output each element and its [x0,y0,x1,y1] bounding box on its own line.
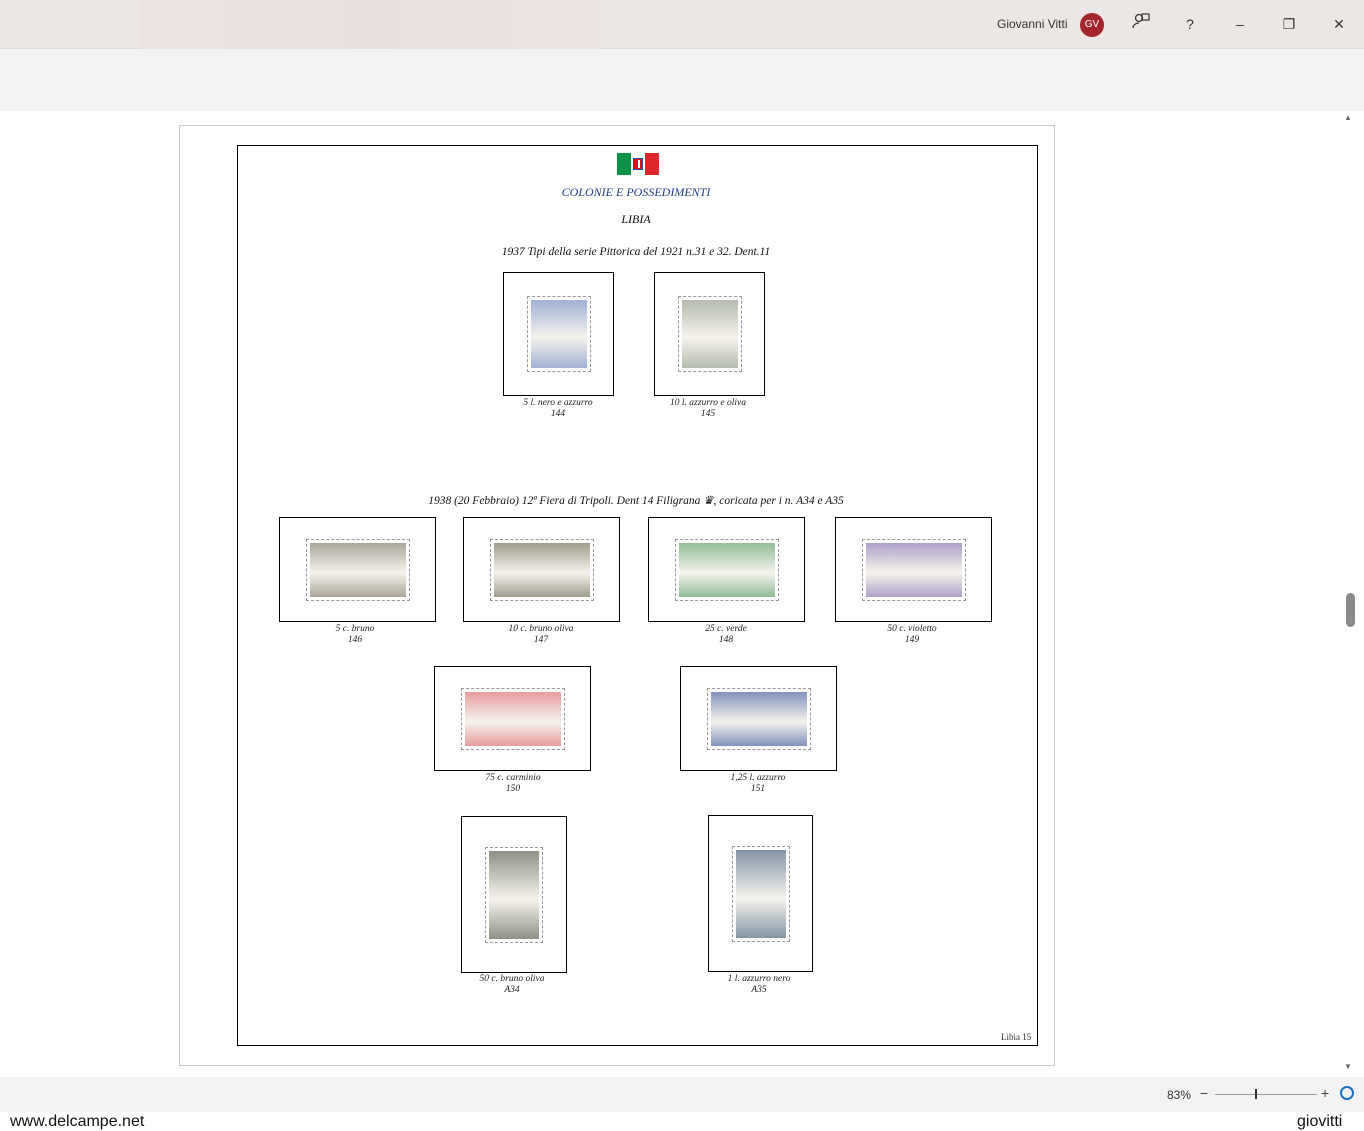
watermark-left: www.delcampe.net [10,1113,145,1130]
stamp-number: 150 [505,784,521,794]
stamp-mount-145 [654,272,765,396]
zoom-out-button[interactable]: − [1200,1085,1208,1101]
stamp-number: 151 [750,784,766,794]
stamp-description: 1,25 l. azzurro [730,773,786,783]
stamp-caption-148: 25 c. verde 148 [705,624,747,646]
stamp-caption-A34: 50 c. bruno oliva A34 [480,974,545,996]
section-2-title: 1938 (20 Febbraio) 12ª Fiera di Tripoli.… [428,495,844,507]
restore-icon[interactable]: ❐ [1277,12,1301,36]
stamp-image-145 [677,296,742,372]
stamp-image-149 [861,538,966,601]
stamp-description: 1 l. azzurro nero [727,974,791,984]
stamp-caption-144: 5 l. nero e azzurro 144 [523,398,592,420]
stamp-mount-A35 [708,815,813,972]
stamp-number: 144 [550,409,566,419]
zoom-in-button[interactable]: + [1321,1085,1329,1101]
help-icon[interactable]: ? [1178,12,1202,36]
stamp-mount-147 [463,517,620,622]
zoom-level[interactable]: 83% [1167,1088,1191,1102]
stamp-image-150 [460,687,565,750]
status-bar [0,1077,1364,1112]
stamp-mount-150 [434,666,591,771]
stamp-mount-151 [680,666,837,771]
country-title: LIBIA [621,212,651,226]
stamp-image-148 [674,538,779,601]
stamp-caption-151: 1,25 l. azzurro 151 [730,773,785,795]
zoom-slider-handle[interactable] [1255,1089,1257,1099]
stamp-mount-146 [279,517,436,622]
stamp-image-A34 [485,846,543,943]
close-icon[interactable]: ✕ [1327,12,1351,36]
stamp-mount-144 [503,272,614,396]
section-1-title: 1937 Tipi della serie Pittorica del 1921… [501,246,771,258]
stamp-caption-147: 10 c. bruno oliva 147 [509,624,574,646]
stamp-description: 10 l. azzurro e oliva [670,398,746,408]
italian-flag-icon [617,153,659,175]
stamp-caption-145: 10 l. azzurro e oliva 145 [670,398,746,420]
avatar[interactable]: GV [1080,13,1104,37]
stamp-caption-A35: 1 l. azzurro nero A35 [728,974,791,996]
watermark-bar [0,1112,1364,1131]
scroll-thumb[interactable] [1346,593,1355,627]
stamp-number: 146 [347,635,363,645]
stamp-description: 5 c. bruno [335,624,375,634]
stamp-image-151 [706,687,811,750]
stamp-number: 147 [533,635,549,645]
stamp-number: A34 [504,985,520,995]
stamp-description: 50 c. violetto [887,624,937,634]
title-bar [0,0,1364,49]
stamp-description: 50 c. bruno oliva [479,974,545,984]
zoom-slider[interactable] [1215,1094,1317,1095]
scroll-down-icon[interactable]: ▼ [1344,1062,1352,1071]
stamp-number: 148 [718,635,734,645]
scroll-up-icon[interactable]: ▲ [1344,113,1352,122]
fit-page-icon[interactable] [1340,1086,1354,1100]
feedback-icon[interactable] [1129,12,1153,36]
stamp-image-A35 [731,845,790,942]
page-number: Libia 15 [1001,1032,1032,1042]
user-name[interactable]: Giovanni Vitti [997,17,1067,31]
title-bar-decoration [140,0,600,49]
stamp-mount-148 [648,517,805,622]
stamp-image-144 [526,296,591,372]
ribbon-area [0,49,1364,111]
minimize-icon[interactable]: – [1228,12,1252,36]
stamp-number: 149 [904,635,920,645]
stamp-caption-149: 50 c. violetto 149 [887,624,936,646]
stamp-caption-146: 5 c. bruno 146 [336,624,375,646]
stamp-caption-150: 75 c. carminio 150 [485,773,540,795]
stamp-description: 5 l. nero e azzurro [523,398,593,408]
stamp-number: A35 [751,985,767,995]
stamp-number: 145 [700,409,716,419]
stamp-description: 75 c. carminio [485,773,541,783]
document-header: COLONIE E POSSEDIMENTI [561,185,711,199]
stamp-description: 25 c. verde [705,624,747,634]
stamp-image-146 [305,538,410,601]
stamp-description: 10 c. bruno oliva [508,624,574,634]
stamp-mount-A34 [461,816,567,973]
stamp-mount-149 [835,517,992,622]
stamp-image-147 [489,538,594,601]
watermark-right: giovitti [1297,1113,1343,1130]
